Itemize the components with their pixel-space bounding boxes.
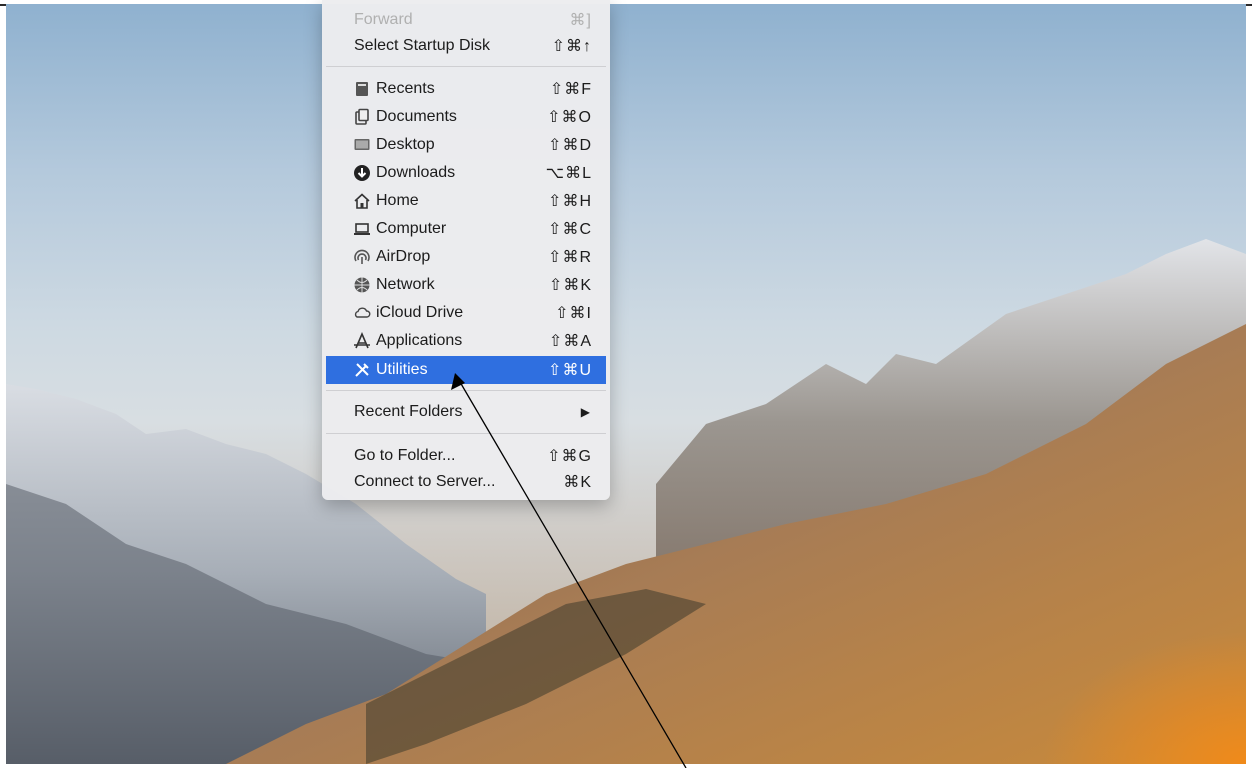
desktop (6, 4, 1246, 764)
menu-item-forward[interactable]: Forward ⌘] (326, 6, 606, 34)
menu-separator (326, 433, 606, 434)
menu-item-connect-to-server[interactable]: Connect to Server... ⌘K (326, 468, 606, 496)
desktop-icon (352, 135, 372, 155)
menu-item-label: Go to Folder... (354, 447, 456, 464)
desktop-wallpaper (6, 239, 1246, 764)
menu-item-documents[interactable]: Documents ⇧⌘O (326, 103, 606, 131)
icloud-icon (352, 303, 372, 323)
go-menu: Forward ⌘] Select Startup Disk ⇧⌘↑ Recen… (322, 0, 610, 500)
menu-item-label: AirDrop (376, 248, 431, 265)
menu-item-label: Network (376, 276, 435, 293)
menu-item-label: Home (376, 192, 419, 209)
menu-separator (326, 66, 606, 67)
menu-item-shortcut: ⇧⌘R (548, 249, 592, 266)
menu-item-shortcut: ⌘] (569, 12, 592, 29)
menu-separator (326, 390, 606, 391)
computer-icon (352, 219, 372, 239)
menu-item-airdrop[interactable]: AirDrop ⇧⌘R (326, 243, 606, 271)
menu-item-shortcut: ⇧⌘A (548, 333, 592, 350)
menu-item-recents[interactable]: Recents ⇧⌘F (326, 75, 606, 103)
menu-item-label: Connect to Server... (354, 473, 496, 490)
menu-item-label: Forward (354, 11, 413, 28)
menu-item-label: Recent Folders (354, 403, 463, 420)
menu-item-network[interactable]: Network ⇧⌘K (326, 271, 606, 299)
menu-item-shortcut: ⇧⌘H (548, 193, 592, 210)
menu-item-label: Select Startup Disk (354, 37, 491, 54)
menu-item-shortcut: ⌘K (563, 474, 592, 491)
menu-item-label: iCloud Drive (376, 304, 464, 321)
submenu-arrow-icon: ▶ (580, 405, 590, 419)
menu-item-label: Recents (376, 80, 435, 97)
menu-item-computer[interactable]: Computer ⇧⌘C (326, 215, 606, 243)
menu-item-label: Utilities (376, 361, 428, 378)
network-icon (352, 275, 372, 295)
menu-item-label: Applications (376, 332, 463, 349)
menu-item-shortcut: ⇧⌘U (548, 362, 592, 379)
menu-item-shortcut: ⌥⌘L (545, 165, 592, 182)
menu-item-applications[interactable]: Applications ⇧⌘A (326, 327, 606, 355)
menu-item-shortcut: ⇧⌘↑ (551, 38, 592, 55)
menu-item-shortcut: ⇧⌘K (548, 277, 592, 294)
menu-item-shortcut: ⇧⌘G (547, 448, 592, 465)
menu-item-shortcut: ⇧⌘O (547, 109, 592, 126)
applications-icon (352, 331, 372, 351)
menu-item-recent-folders[interactable]: Recent Folders ▶ (326, 398, 606, 426)
menu-item-label: Downloads (376, 164, 456, 181)
menu-item-shortcut: ⇧⌘F (549, 81, 592, 98)
menu-item-icloud-drive[interactable]: iCloud Drive ⇧⌘I (326, 299, 606, 327)
utilities-icon (352, 360, 372, 380)
menu-item-utilities[interactable]: Utilities ⇧⌘U (326, 356, 606, 384)
menu-item-label: Desktop (376, 136, 435, 153)
menu-item-label: Documents (376, 108, 457, 125)
menu-item-select-startup-disk[interactable]: Select Startup Disk ⇧⌘↑ (326, 32, 606, 60)
home-icon (352, 191, 372, 211)
menu-item-shortcut: ⇧⌘D (548, 137, 592, 154)
menu-item-desktop[interactable]: Desktop ⇧⌘D (326, 131, 606, 159)
menu-item-label: Computer (376, 220, 447, 237)
menu-item-shortcut: ⇧⌘I (555, 305, 592, 322)
documents-icon (352, 107, 372, 127)
menu-item-home[interactable]: Home ⇧⌘H (326, 187, 606, 215)
recents-icon (352, 79, 372, 99)
menu-item-shortcut: ⇧⌘C (548, 221, 592, 238)
downloads-icon (352, 163, 372, 183)
menu-item-downloads[interactable]: Downloads ⌥⌘L (326, 159, 606, 187)
menu-item-go-to-folder[interactable]: Go to Folder... ⇧⌘G (326, 442, 606, 470)
airdrop-icon (352, 247, 372, 267)
